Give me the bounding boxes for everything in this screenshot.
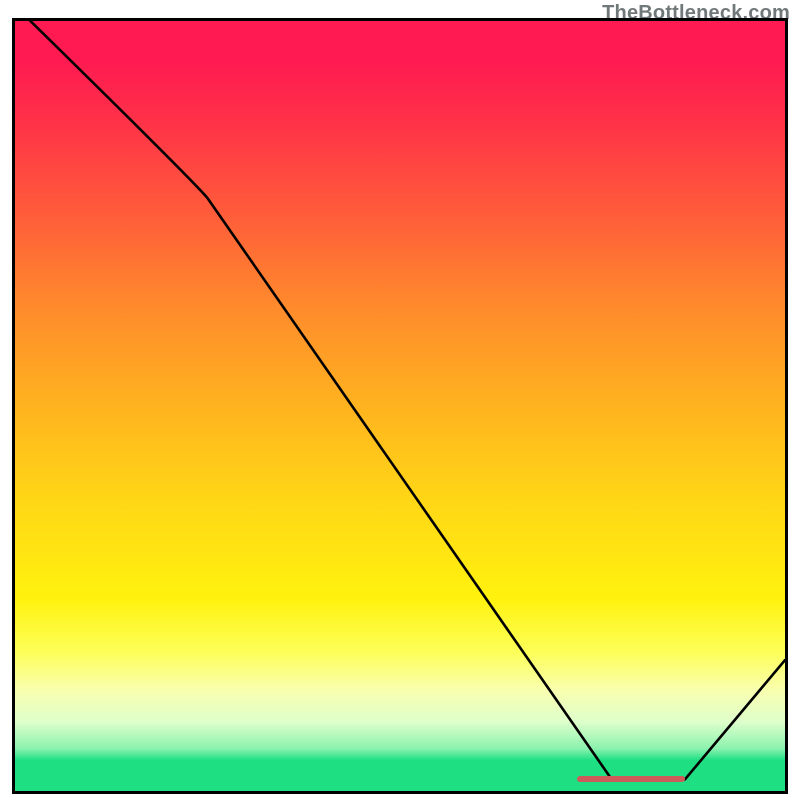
chart-canvas: TheBottleneck.com — [0, 0, 800, 800]
plot-area — [12, 18, 788, 794]
bottleneck-curve — [15, 21, 785, 791]
optimal-range-marker — [577, 776, 685, 782]
plot-inner — [15, 21, 785, 791]
